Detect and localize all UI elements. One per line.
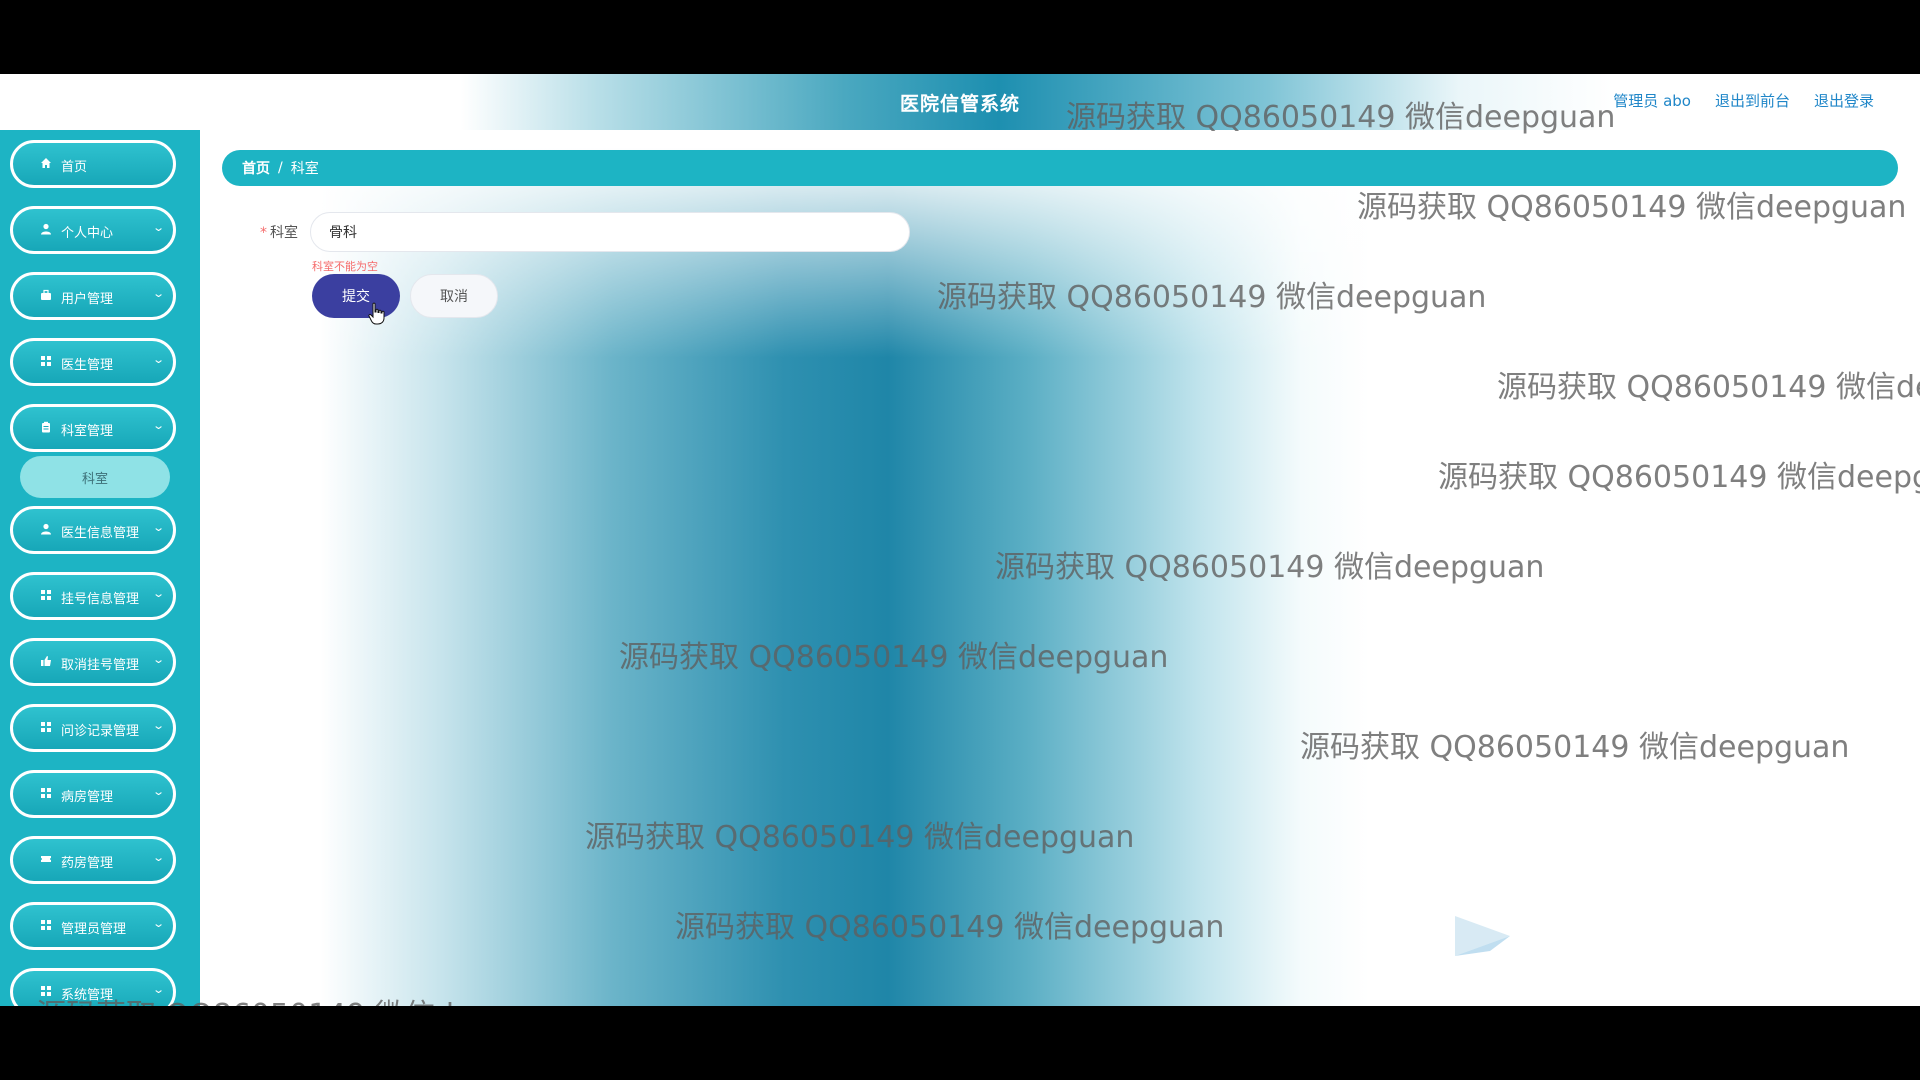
cancel-button[interactable]: 取消 bbox=[410, 274, 498, 318]
grid-icon bbox=[39, 918, 53, 932]
hand-cursor-icon bbox=[368, 302, 385, 325]
grid-icon bbox=[39, 588, 53, 602]
main-content: 首页 / 科室 *科室 科室不能为空 提交 取消 bbox=[200, 130, 1920, 1006]
breadcrumb-home-link[interactable]: 首页 bbox=[242, 158, 270, 178]
sidebar-subitem-department[interactable]: 科室 bbox=[20, 456, 170, 498]
top-header: 医院信管系统 管理员 abo 退出到前台 退出登录 bbox=[0, 74, 1920, 130]
sidebar-item-personal-center[interactable]: 个人中心 ⌄ bbox=[10, 206, 176, 254]
chevron-down-icon: ⌄ bbox=[151, 983, 165, 996]
admin-user-link[interactable]: 管理员 abo bbox=[1613, 90, 1691, 111]
app-window: 医院信管系统 管理员 abo 退出到前台 退出登录 首页 个人中心 ⌄ 用户管理 bbox=[0, 74, 1920, 1006]
chevron-down-icon: ⌄ bbox=[151, 851, 165, 864]
chevron-down-icon: ⌄ bbox=[151, 587, 165, 600]
thumbs-icon bbox=[39, 654, 53, 668]
sidebar-item-pharmacy-management[interactable]: 药房管理 ⌄ bbox=[10, 836, 176, 884]
user-icon bbox=[39, 222, 53, 236]
sidebar-item-label: 取消挂号管理 bbox=[61, 658, 140, 673]
sidebar-item-label: 科室管理 bbox=[61, 424, 114, 439]
required-mark: * bbox=[260, 225, 267, 241]
ticket-icon bbox=[39, 852, 53, 866]
sidebar-item-user-management[interactable]: 用户管理 ⌄ bbox=[10, 272, 176, 320]
sidebar-item-doctor-management[interactable]: 医生管理 ⌄ bbox=[10, 338, 176, 386]
sidebar-item-consultation-record-management[interactable]: 问诊记录管理 ⌄ bbox=[10, 704, 176, 752]
sidebar-item-label: 挂号信息管理 bbox=[61, 592, 140, 607]
department-field-label: * 科室 bbox=[260, 222, 298, 242]
department-label-text: 科室 bbox=[270, 225, 298, 241]
sidebar-item-system-management[interactable]: 系统管理 ⌄ bbox=[10, 968, 176, 1006]
sidebar-item-label: 病房管理 bbox=[61, 790, 114, 805]
chevron-down-icon: ⌄ bbox=[151, 419, 165, 432]
chevron-down-icon: ⌄ bbox=[151, 521, 165, 534]
play-logo-icon bbox=[1455, 916, 1510, 956]
sidebar-item-label: 首页 bbox=[61, 160, 88, 175]
breadcrumb-separator: / bbox=[278, 160, 283, 176]
sidebar-item-label: 个人中心 bbox=[61, 226, 114, 241]
header-links: 管理员 abo 退出到前台 退出登录 bbox=[1613, 90, 1874, 111]
chevron-down-icon: ⌄ bbox=[151, 653, 165, 666]
sidebar-item-label: 管理员管理 bbox=[61, 922, 127, 937]
back-to-front-link[interactable]: 退出到前台 bbox=[1715, 90, 1790, 111]
sidebar-item-home[interactable]: 首页 bbox=[10, 140, 176, 188]
chevron-down-icon: ⌄ bbox=[151, 353, 165, 366]
sidebar-item-doctor-info-management[interactable]: 医生信息管理 ⌄ bbox=[10, 506, 176, 554]
breadcrumb-current: 科室 bbox=[290, 161, 319, 177]
department-error-message: 科室不能为空 bbox=[312, 260, 378, 273]
sidebar-item-label: 药房管理 bbox=[61, 856, 114, 871]
sidebar-item-ward-management[interactable]: 病房管理 ⌄ bbox=[10, 770, 176, 818]
grid-icon bbox=[39, 354, 53, 368]
grid-icon bbox=[39, 786, 53, 800]
breadcrumb: 首页 / 科室 bbox=[222, 150, 1898, 186]
sidebar: 首页 个人中心 ⌄ 用户管理 ⌄ 医生管理 ⌄ 科室管理 ⌄ 科室 医生信息管理… bbox=[0, 130, 200, 1006]
sidebar-item-admin-management[interactable]: 管理员管理 ⌄ bbox=[10, 902, 176, 950]
chevron-down-icon: ⌄ bbox=[151, 221, 165, 234]
submit-button[interactable]: 提交 bbox=[312, 274, 400, 318]
sidebar-item-label: 系统管理 bbox=[61, 988, 114, 1003]
briefcase-icon bbox=[39, 288, 53, 302]
user-icon bbox=[39, 522, 53, 536]
clipboard-icon bbox=[39, 420, 53, 434]
home-icon bbox=[39, 156, 53, 170]
chevron-down-icon: ⌄ bbox=[151, 917, 165, 930]
department-input[interactable] bbox=[310, 212, 910, 252]
sidebar-item-registration-management[interactable]: 挂号信息管理 ⌄ bbox=[10, 572, 176, 620]
sidebar-item-label: 医生信息管理 bbox=[61, 526, 140, 541]
sidebar-item-label: 用户管理 bbox=[61, 292, 114, 307]
sidebar-item-department-management[interactable]: 科室管理 ⌄ bbox=[10, 404, 176, 452]
sidebar-item-label: 医生管理 bbox=[61, 358, 114, 373]
grid-icon bbox=[39, 984, 53, 998]
chevron-down-icon: ⌄ bbox=[151, 785, 165, 798]
chevron-down-icon: ⌄ bbox=[151, 287, 165, 300]
chevron-down-icon: ⌄ bbox=[151, 719, 165, 732]
grid-icon bbox=[39, 720, 53, 734]
sidebar-item-label: 问诊记录管理 bbox=[61, 724, 140, 739]
site-title: 医院信管系统 bbox=[900, 93, 1021, 115]
logout-link[interactable]: 退出登录 bbox=[1814, 90, 1874, 111]
sidebar-item-cancel-registration-management[interactable]: 取消挂号管理 ⌄ bbox=[10, 638, 176, 686]
